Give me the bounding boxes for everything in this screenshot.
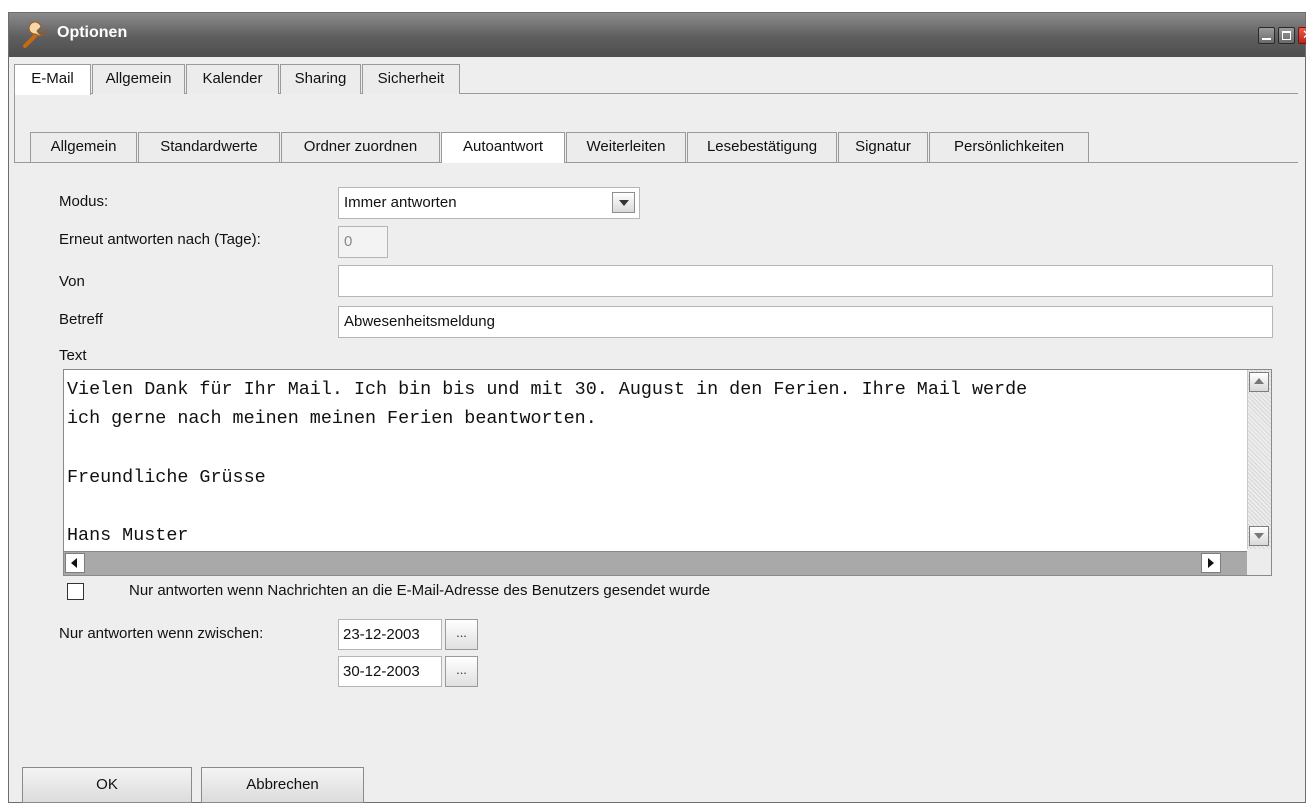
date-from-input[interactable]: 23-12-2003	[338, 619, 442, 650]
tab-sub-standardwerte[interactable]: Standardwerte	[138, 132, 280, 162]
tab-sub-allgemein[interactable]: Allgemein	[30, 132, 137, 162]
scrollbar-corner	[1247, 549, 1271, 575]
horizontal-scrollbar[interactable]	[64, 551, 1247, 575]
modus-label: Modus:	[59, 193, 109, 210]
tab-sub-ordner-zuordnen[interactable]: Ordner zuordnen	[281, 132, 440, 162]
only-user-address-label: Nur antworten wenn Nachrichten an die E-…	[129, 582, 711, 599]
text-label: Text	[59, 347, 87, 364]
scroll-up-icon[interactable]	[1249, 372, 1269, 392]
date-to-input[interactable]: 30-12-2003	[338, 656, 442, 687]
only-user-address-checkbox[interactable]	[67, 583, 84, 600]
cancel-button[interactable]: Abbrechen	[201, 767, 364, 803]
tab-email[interactable]: E-Mail	[14, 64, 91, 95]
betreff-label: Betreff	[59, 311, 103, 328]
zwischen-label: Nur antworten wenn zwischen:	[59, 625, 264, 642]
tab-kalender[interactable]: Kalender	[186, 64, 279, 94]
erneut-label: Erneut antworten nach (Tage):	[59, 231, 261, 248]
scroll-right-icon[interactable]	[1201, 553, 1221, 573]
tab-allgemein[interactable]: Allgemein	[92, 64, 185, 94]
betreff-input[interactable]: Abwesenheitsmeldung	[338, 306, 1273, 338]
close-icon[interactable]	[1298, 27, 1306, 44]
tab-sub-weiterleiten[interactable]: Weiterleiten	[566, 132, 686, 162]
minimize-icon[interactable]	[1258, 27, 1275, 44]
von-label: Von	[59, 273, 85, 290]
erneut-days-input[interactable]: 0	[338, 226, 388, 258]
tab-sub-autoantwort[interactable]: Autoantwort	[441, 132, 565, 163]
date-from-picker-button[interactable]: ...	[445, 619, 478, 650]
tab-sub-persoenlichkeiten[interactable]: Persönlichkeiten	[929, 132, 1089, 162]
scroll-left-icon[interactable]	[65, 553, 85, 573]
date-to-picker-button[interactable]: ...	[445, 656, 478, 687]
window-title: Optionen	[57, 24, 128, 41]
scroll-down-icon[interactable]	[1249, 526, 1269, 546]
wrench-icon	[23, 21, 47, 48]
ok-button[interactable]: OK	[22, 767, 192, 803]
vertical-scrollbar[interactable]	[1247, 370, 1271, 550]
tab-sicherheit[interactable]: Sicherheit	[362, 64, 460, 94]
tab-sub-signatur[interactable]: Signatur	[838, 132, 928, 162]
maximize-icon[interactable]	[1278, 27, 1295, 44]
text-area-content[interactable]: Vielen Dank für Ihr Mail. Ich bin bis un…	[67, 375, 1247, 550]
modus-selected-value: Immer antworten	[344, 194, 457, 211]
title-bar[interactable]: Optionen	[9, 13, 1306, 57]
text-area[interactable]: Vielen Dank für Ihr Mail. Ich bin bis un…	[63, 369, 1272, 576]
tab-sharing[interactable]: Sharing	[280, 64, 361, 94]
von-input[interactable]	[338, 265, 1273, 297]
tab-sub-lesebestaetigung[interactable]: Lesebestätigung	[687, 132, 837, 162]
chevron-down-icon[interactable]	[612, 192, 635, 213]
modus-select[interactable]: Immer antworten	[338, 187, 640, 219]
